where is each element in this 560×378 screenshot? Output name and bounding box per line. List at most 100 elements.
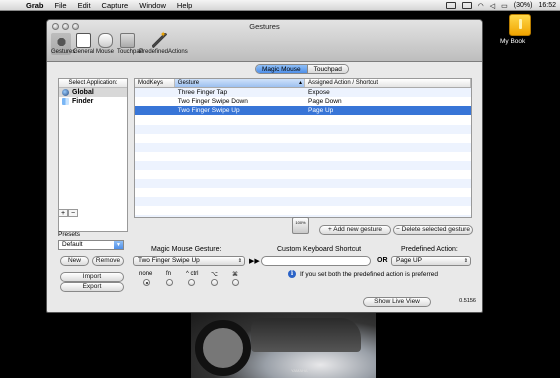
updown-icon: ⇕ (463, 258, 468, 264)
predefined-value: Page UP (396, 257, 423, 264)
toolbar-gestures-label: Gestures (51, 49, 76, 55)
table-cell-gesture: Two Finger Swipe Down (177, 98, 248, 105)
table-cell-mod (135, 97, 175, 106)
remove-app-button[interactable]: − (68, 209, 78, 217)
export-button[interactable]: Export (60, 282, 124, 292)
app-item-global[interactable]: Global (59, 88, 127, 97)
mod-label-ctrl: ^ ctrl (186, 271, 199, 277)
status-icon[interactable] (445, 2, 456, 9)
app-add-remove: + − (58, 209, 78, 217)
presets-value: Default (62, 241, 83, 248)
tab-magic-mouse[interactable]: Magic Mouse (256, 65, 308, 73)
add-app-button[interactable]: + (58, 209, 68, 217)
magic-wand-icon (151, 30, 167, 48)
show-live-view-button[interactable]: Show Live View (363, 297, 431, 307)
finder-icon (62, 98, 69, 105)
column-modkeys[interactable]: ModKeys (135, 79, 175, 87)
table-cell-gesture: Two Finger Swipe Up (177, 107, 240, 114)
screen-icon[interactable] (461, 2, 472, 9)
menu-bar: Grab File Edit Capture Window Help ◠ ◁ ▭… (0, 0, 560, 11)
toolbar-mouse[interactable]: Mouse (95, 33, 115, 55)
remove-preset-button[interactable]: Remove (92, 256, 124, 266)
mod-label-fn: fn (166, 271, 172, 277)
table-row[interactable]: Three Finger Tap Expose (135, 88, 471, 97)
gesture-table-body: Three Finger Tap Expose Two Finger Swipe D… (135, 88, 471, 115)
gestures-window: Gestures Gestures General Mouse Touchpad… (46, 19, 483, 313)
photo-brand-text: YAMAHA (291, 368, 308, 373)
custom-shortcut-label: Custom Keyboard Shortcut (277, 246, 362, 253)
device-segmented-control: Magic Mouse Touchpad (255, 64, 349, 74)
predefined-popup[interactable]: Page UP ⇕ (391, 256, 471, 266)
shortcut-field[interactable] (261, 256, 371, 266)
app-item-label: Finder (72, 98, 94, 105)
mod-radio-none[interactable] (143, 279, 150, 286)
table-cell-action: Page Up (308, 107, 334, 114)
battery-icon[interactable]: ▭ (501, 2, 508, 10)
delete-gesture-button[interactable]: − Delete selected gesture (393, 225, 473, 235)
gesture-table-header: ModKeys Gesture Assigned Action / Shortc… (135, 79, 471, 88)
or-label: OR (377, 257, 388, 264)
info-text: If you set both the predefined action is… (300, 271, 439, 278)
chevron-down-icon: ▼ (114, 241, 123, 249)
zoom-slider-knob[interactable]: 100% (292, 217, 309, 234)
mod-label-option: ⌥ (211, 272, 218, 278)
desktop-disk[interactable]: My Book (500, 14, 540, 45)
external-drive-icon (509, 14, 531, 36)
mod-label-none: none (139, 271, 153, 277)
window-title: Gestures (249, 22, 280, 31)
app-item-finder[interactable]: Finder (59, 97, 127, 106)
table-row[interactable]: Two Finger Swipe Down Page Down (135, 97, 471, 106)
volume-icon[interactable]: ◁ (490, 2, 495, 10)
toolbar-general-label: General (73, 49, 95, 55)
table-cell-mod (135, 106, 175, 115)
import-button[interactable]: Import (60, 272, 124, 282)
mod-radio-ctrl[interactable] (188, 279, 195, 286)
column-action[interactable]: Assigned Action / Shortcut (305, 79, 471, 87)
mm-gesture-popup[interactable]: Two Finger Swipe Up ⇕ (133, 256, 245, 266)
menu-grab[interactable]: Grab (26, 0, 44, 11)
app-item-label: Global (72, 89, 94, 96)
wifi-icon[interactable]: ◠ (478, 2, 484, 10)
column-gesture[interactable]: Gesture (174, 79, 305, 88)
mm-gesture-value: Two Finger Swipe Up (138, 257, 200, 264)
mod-radio-command[interactable] (232, 279, 239, 286)
disk-label: My Book (500, 38, 526, 45)
menu-edit[interactable]: Edit (78, 0, 91, 11)
predefined-label: Predefined Action: (401, 246, 458, 253)
hand-icon (53, 33, 69, 48)
table-cell-action: Page Down (308, 98, 342, 105)
motorcycle-body (251, 318, 361, 352)
table-row[interactable]: Two Finger Swipe Up Page Up (135, 106, 471, 115)
gesture-table: ModKeys Gesture Assigned Action / Shortc… (134, 78, 472, 218)
fast-forward-icon: ▶▶ (249, 258, 260, 265)
new-preset-button[interactable]: New (60, 256, 89, 266)
menubar-clock[interactable]: 16:52 (538, 2, 556, 9)
application-list-header: Select Application: (59, 79, 127, 88)
toolbar-general[interactable]: General (73, 33, 95, 55)
table-cell-action: Expose (308, 89, 330, 96)
mm-gesture-label: Magic Mouse Gesture: (151, 246, 222, 253)
table-empty-stripes (135, 116, 471, 217)
motorcycle-wheel (195, 320, 251, 376)
menu-capture[interactable]: Capture (102, 0, 129, 11)
tab-touchpad[interactable]: Touchpad (307, 65, 348, 73)
general-icon (75, 33, 91, 48)
mod-radio-fn[interactable] (166, 279, 173, 286)
toolbar: Gestures General Mouse Touchpad Predefin… (51, 30, 188, 55)
updown-icon: ⇕ (237, 258, 242, 264)
menu-file[interactable]: File (55, 0, 67, 11)
mod-label-command: ⌘ (232, 272, 238, 278)
presets-select[interactable]: Default ▼ (58, 240, 124, 250)
table-cell-gesture: Three Finger Tap (177, 89, 228, 96)
mod-radio-option[interactable] (211, 279, 218, 286)
touchpad-icon (119, 33, 135, 48)
toolbar-touchpad[interactable]: Touchpad (117, 33, 143, 55)
toolbar-predefined-actions[interactable]: PredefinedActions (139, 30, 188, 55)
toolbar-predefined-label: PredefinedActions (139, 49, 188, 55)
toolbar-gestures[interactable]: Gestures (51, 33, 75, 55)
menu-help[interactable]: Help (177, 0, 192, 11)
add-gesture-button[interactable]: + Add new gesture (319, 225, 391, 235)
menu-window[interactable]: Window (139, 0, 166, 11)
window-titlebar[interactable]: Gestures Gestures General Mouse Touchpad… (47, 20, 482, 62)
globe-icon (62, 89, 69, 96)
